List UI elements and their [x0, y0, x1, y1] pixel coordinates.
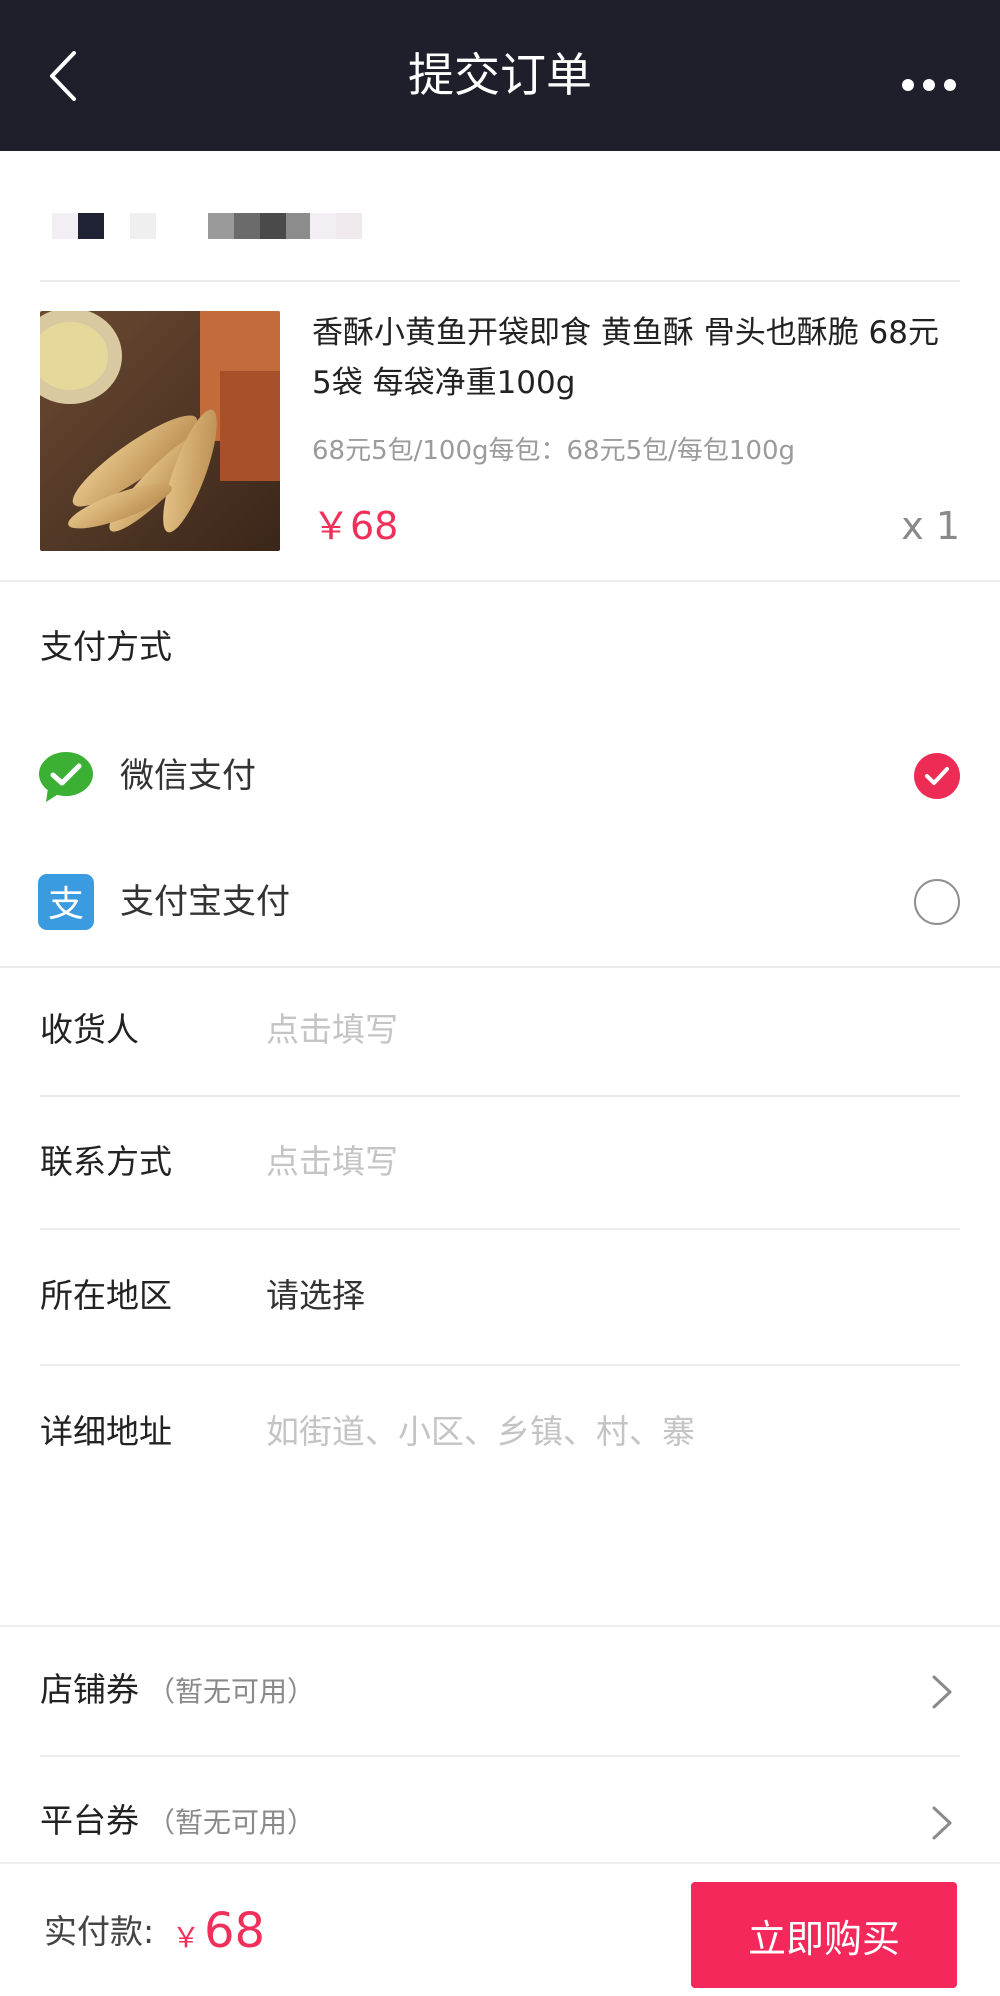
shop-name-redacted: [40, 205, 440, 253]
total-label: 实付款:: [44, 1912, 155, 1951]
more-options-button[interactable]: [894, 60, 964, 110]
radio-unselected[interactable]: [914, 879, 960, 925]
dried-fish-photo: [40, 311, 280, 551]
more-dot-icon: [944, 79, 956, 91]
region-select[interactable]: 请选择: [266, 1270, 365, 1322]
divider: [0, 966, 1000, 968]
platform-coupon-title: 平台券: [40, 1801, 139, 1840]
divider: [40, 1755, 960, 1757]
contact-input[interactable]: 点击填写: [266, 1136, 398, 1188]
region-label: 所在地区: [40, 1276, 172, 1315]
product-title: 香酥小黄鱼开袋即食 黄鱼酥 骨头也酥脆 68元5袋 每袋净重100g: [312, 315, 940, 401]
page-title: 提交订单: [408, 48, 592, 102]
payment-option-wechat[interactable]: 微信支付: [0, 726, 1000, 826]
address-field[interactable]: 详细地址 如街道、小区、乡镇、村、寨: [40, 1388, 960, 1478]
platform-coupon-label: 平台券 （暂无可用）: [40, 1795, 315, 1849]
receiver-field[interactable]: 收货人 点击填写: [40, 986, 960, 1076]
shop-coupon-label: 店铺券 （暂无可用）: [40, 1664, 315, 1718]
alipay-icon: 支: [38, 874, 94, 930]
divider: [0, 1625, 1000, 1627]
check-icon: [925, 767, 949, 785]
address-label: 详细地址: [40, 1412, 172, 1451]
divider: [40, 1364, 960, 1366]
checkout-footer: 实付款: ￥ 68 立即购买: [0, 1862, 1000, 1996]
shop-coupon-row[interactable]: 店铺券 （暂无可用）: [40, 1646, 960, 1736]
platform-coupon-row[interactable]: 平台券 （暂无可用）: [40, 1777, 960, 1867]
contact-label: 联系方式: [40, 1142, 172, 1181]
svg-text:支: 支: [48, 884, 84, 925]
more-dot-icon: [923, 79, 935, 91]
top-nav-bar: 提交订单: [0, 0, 1000, 151]
receiver-input[interactable]: 点击填写: [266, 1004, 398, 1056]
product-spec: 68元5包/100g每包：68元5包/每包100g: [312, 436, 796, 466]
total-amount: 68: [204, 1903, 266, 1959]
payment-option-label: 微信支付: [120, 756, 256, 796]
radio-selected[interactable]: [914, 753, 960, 799]
platform-coupon-note: （暂无可用）: [147, 1806, 316, 1839]
buy-now-button[interactable]: 立即购买: [691, 1882, 957, 1988]
more-dot-icon: [902, 79, 914, 91]
shop-coupon-title: 店铺券: [40, 1670, 139, 1709]
chevron-right-icon: [932, 1675, 952, 1709]
chevron-right-icon: [932, 1806, 952, 1840]
payment-section-title: 支付方式: [40, 627, 172, 666]
receiver-label: 收货人: [40, 1010, 139, 1049]
region-field[interactable]: 所在地区 请选择: [40, 1252, 960, 1342]
divider: [0, 580, 1000, 582]
payment-option-alipay[interactable]: 支 支付宝支付: [0, 852, 1000, 952]
product-quantity: x 1: [901, 504, 960, 548]
total-currency: ￥: [172, 1921, 201, 1954]
payment-option-label: 支付宝支付: [120, 882, 290, 922]
product-price: ￥68: [312, 504, 399, 548]
divider: [40, 1228, 960, 1230]
product-image[interactable]: [40, 311, 280, 551]
address-input[interactable]: 如街道、小区、乡镇、村、寨: [266, 1406, 695, 1458]
wechat-pay-icon: [39, 752, 93, 802]
shop-coupon-note: （暂无可用）: [147, 1675, 316, 1708]
contact-field[interactable]: 联系方式 点击填写: [40, 1118, 960, 1208]
divider: [40, 280, 960, 282]
divider: [40, 1095, 960, 1097]
